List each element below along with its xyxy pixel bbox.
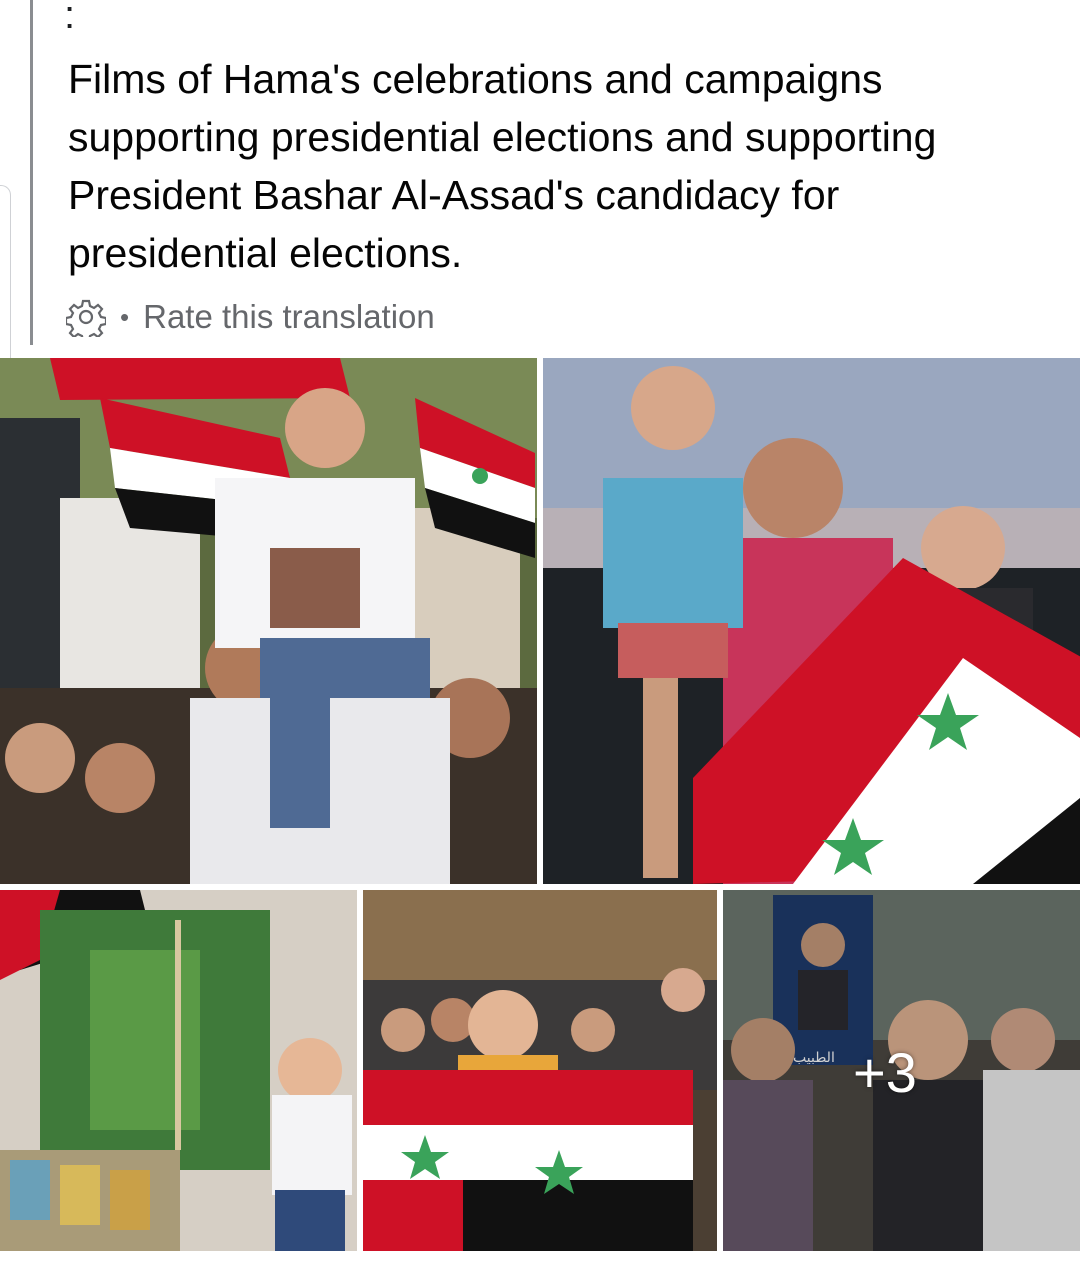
photo-2[interactable] [543, 358, 1080, 884]
photo-2-image [543, 358, 1080, 884]
photo-4-image [363, 890, 717, 1251]
post-text: Films of Hama's celebrations and campaig… [68, 56, 937, 276]
translation-row[interactable]: • Rate this translation [66, 296, 435, 338]
quote-rule [30, 0, 33, 345]
photo-1-image [0, 358, 537, 884]
photo-5[interactable]: الطبيب +3 [723, 890, 1080, 1251]
photo-1[interactable] [0, 358, 537, 884]
photo-3-image [0, 890, 357, 1251]
photo-4[interactable] [363, 890, 717, 1251]
separator-dot: • [120, 301, 130, 332]
gear-icon[interactable] [66, 297, 106, 337]
overflow-menu-icon[interactable]: : [64, 0, 75, 35]
more-photos-count[interactable]: +3 [853, 1040, 917, 1105]
rate-translation-link[interactable]: Rate this translation [143, 298, 435, 336]
photo-3[interactable] [0, 890, 357, 1251]
